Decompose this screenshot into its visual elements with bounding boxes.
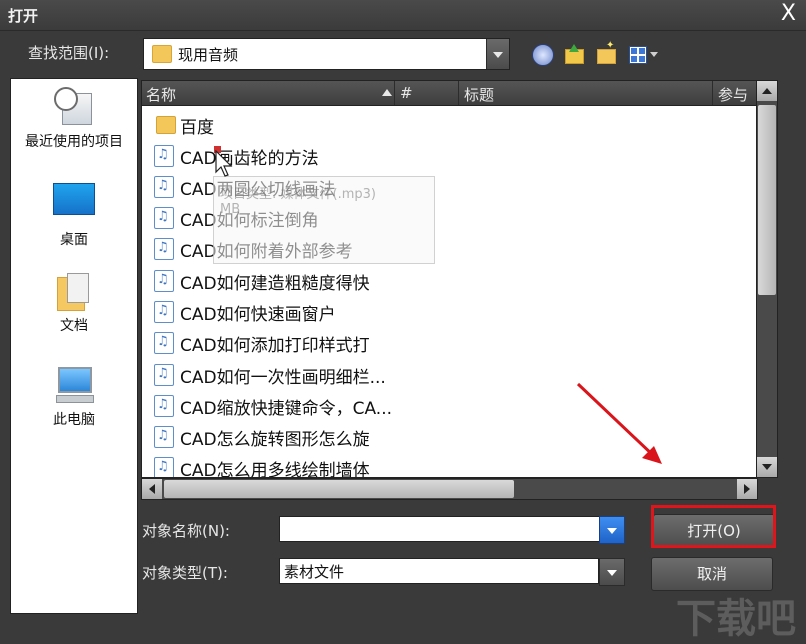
column-divider[interactable] xyxy=(458,81,459,105)
file-name: CAD怎么用多线绘制墙体 xyxy=(180,461,370,478)
documents-icon xyxy=(57,271,91,311)
list-header: 名称 # 标题 参与 xyxy=(142,81,757,106)
file-name: CAD缩放快捷键命令，CA... xyxy=(180,399,393,419)
filetype-select[interactable]: 素材文件 xyxy=(279,558,599,584)
scroll-down-icon[interactable] xyxy=(757,457,777,477)
file-name: CAD如何附着外部参考 xyxy=(180,242,353,262)
audio-file-icon xyxy=(154,270,174,292)
open-button[interactable]: 打开(O) xyxy=(653,514,775,548)
audio-file-icon xyxy=(154,145,174,167)
look-in-combobox[interactable]: 现用音频 xyxy=(143,38,510,70)
column-divider[interactable] xyxy=(394,81,395,105)
column-divider[interactable] xyxy=(712,81,713,105)
filetype-label: 对象类型(T): xyxy=(142,564,228,582)
folder-icon xyxy=(152,45,172,63)
filename-input[interactable] xyxy=(279,516,605,542)
file-name: CAD怎么旋转图形怎么旋 xyxy=(180,430,370,450)
file-name: CAD如何一次性画明细栏... xyxy=(180,368,386,388)
file-name: CAD如何标注倒角 xyxy=(180,211,319,231)
scroll-up-icon[interactable] xyxy=(757,81,777,101)
filetype-value: 素材文件 xyxy=(284,563,345,581)
column-title[interactable]: 标题 xyxy=(464,84,494,105)
file-name: CAD画齿轮的方法 xyxy=(180,149,319,169)
desktop-icon xyxy=(53,183,95,215)
place-label: 文档 xyxy=(60,318,88,334)
folder-icon xyxy=(156,116,176,134)
close-button[interactable]: X xyxy=(781,2,796,26)
column-number[interactable]: # xyxy=(400,84,413,102)
list-item[interactable]: CAD如何建造粗糙度得快 xyxy=(150,265,750,295)
filename-dropdown-icon[interactable] xyxy=(599,516,625,544)
recent-items-icon xyxy=(54,87,94,127)
sort-ascending-icon xyxy=(382,89,392,96)
current-folder-name: 现用音频 xyxy=(178,46,239,64)
audio-file-icon xyxy=(154,238,174,260)
horizontal-scrollbar[interactable] xyxy=(141,478,758,500)
computer-icon xyxy=(54,365,94,405)
places-sidebar: 最近使用的项目 桌面 文档 此电脑 xyxy=(10,78,138,614)
place-recent-items[interactable]: 最近使用的项目 xyxy=(11,87,137,151)
title-bar: 打开 X xyxy=(0,0,806,31)
list-item[interactable]: CAD如何添加打印样式打 xyxy=(150,327,750,357)
annotation-arrow-icon xyxy=(576,382,662,464)
list-item[interactable]: CAD如何快速画窗户 xyxy=(150,296,750,326)
column-ref[interactable]: 参与 xyxy=(718,84,748,105)
place-label: 桌面 xyxy=(60,232,88,248)
file-name: 百度 xyxy=(180,118,214,138)
filetype-dropdown-icon[interactable] xyxy=(599,558,625,586)
vertical-scroll-thumb[interactable] xyxy=(758,105,776,295)
place-desktop[interactable]: 桌面 xyxy=(11,183,137,249)
file-name: CAD如何添加打印样式打 xyxy=(180,336,370,356)
view-menu-icon[interactable] xyxy=(628,44,658,64)
scroll-right-icon[interactable] xyxy=(737,479,757,499)
horizontal-scroll-thumb[interactable] xyxy=(164,480,514,498)
window-title: 打开 xyxy=(8,7,39,25)
vertical-scrollbar[interactable] xyxy=(756,80,778,478)
audio-file-icon xyxy=(154,395,174,417)
audio-file-icon xyxy=(154,457,174,477)
place-documents[interactable]: 文档 xyxy=(11,271,137,335)
watermark: 下载吧 xyxy=(676,596,796,642)
list-item[interactable]: CAD两圆公切线画法 xyxy=(150,171,750,201)
filename-label: 对象名称(N): xyxy=(142,522,230,540)
list-item[interactable]: CAD如何附着外部参考 xyxy=(150,233,750,263)
column-name[interactable]: 名称 xyxy=(146,84,176,105)
scroll-left-icon[interactable] xyxy=(142,479,162,499)
place-this-pc[interactable]: 此电脑 xyxy=(11,365,137,429)
audio-file-icon xyxy=(154,364,174,386)
place-label: 此电脑 xyxy=(53,412,95,428)
audio-file-icon xyxy=(154,176,174,198)
list-item[interactable]: CAD画齿轮的方法 xyxy=(150,140,750,170)
mouse-cursor-icon xyxy=(215,150,233,177)
chevron-down-icon[interactable] xyxy=(486,39,509,69)
list-item[interactable]: CAD如何标注倒角 xyxy=(150,202,750,232)
up-folder-icon[interactable] xyxy=(564,44,584,64)
audio-file-icon xyxy=(154,426,174,448)
audio-file-icon xyxy=(154,332,174,354)
file-name: CAD如何建造粗糙度得快 xyxy=(180,274,370,294)
file-name: CAD如何快速画窗户 xyxy=(180,305,336,325)
back-icon[interactable] xyxy=(532,44,554,66)
audio-file-icon xyxy=(154,301,174,323)
place-label: 最近使用的项目 xyxy=(25,134,123,150)
new-folder-icon[interactable] xyxy=(596,40,616,64)
audio-file-icon xyxy=(154,207,174,229)
look-in-label: 查找范围(I): xyxy=(28,44,110,62)
list-item[interactable]: 百度 xyxy=(150,109,750,139)
file-name: CAD两圆公切线画法 xyxy=(180,180,336,200)
